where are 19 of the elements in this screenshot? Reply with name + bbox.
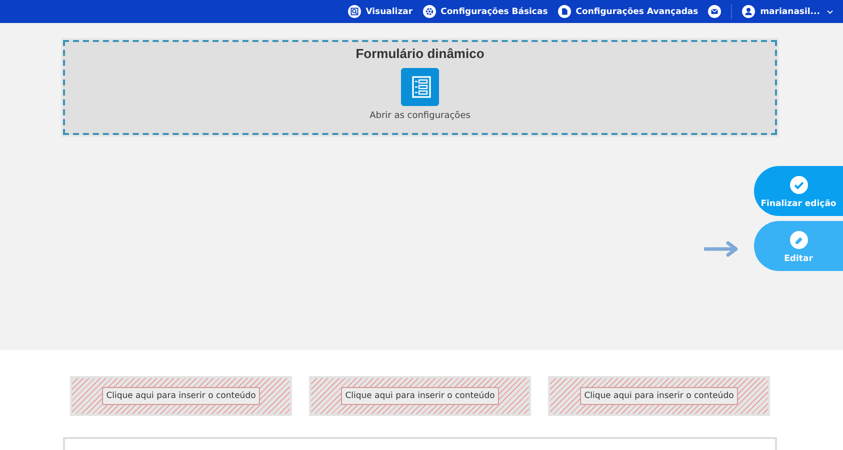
- insert-content-button[interactable]: Clique aqui para inserir o conteúdo: [102, 387, 260, 405]
- nav-link[interactable]: Configurações Básicas: [422, 5, 548, 18]
- nav-link[interactable]: Configurações Avançadas: [558, 5, 698, 18]
- settings-icon: [422, 5, 436, 18]
- insert-content-button[interactable]: Clique aqui para inserir o conteúdo: [580, 387, 738, 405]
- form-settings-icon[interactable]: [401, 68, 439, 106]
- pencil-icon: [790, 230, 808, 248]
- document-icon: [558, 5, 571, 18]
- mail-button[interactable]: [708, 5, 722, 18]
- nav-link[interactable]: Visualizar: [348, 5, 413, 18]
- check-icon: [790, 176, 808, 194]
- widget-title: Formulário dinâmico: [356, 46, 484, 61]
- mail-icon: [708, 5, 722, 18]
- insert-content-button[interactable]: Clique aqui para inserir o conteúdo: [341, 387, 499, 405]
- open-settings-link[interactable]: Abrir as configurações: [370, 111, 470, 121]
- magnifier-icon: [348, 5, 361, 18]
- arrow-icon: [704, 241, 740, 257]
- user-icon: [742, 5, 756, 18]
- nav-link[interactable]: marianasil...: [742, 5, 835, 18]
